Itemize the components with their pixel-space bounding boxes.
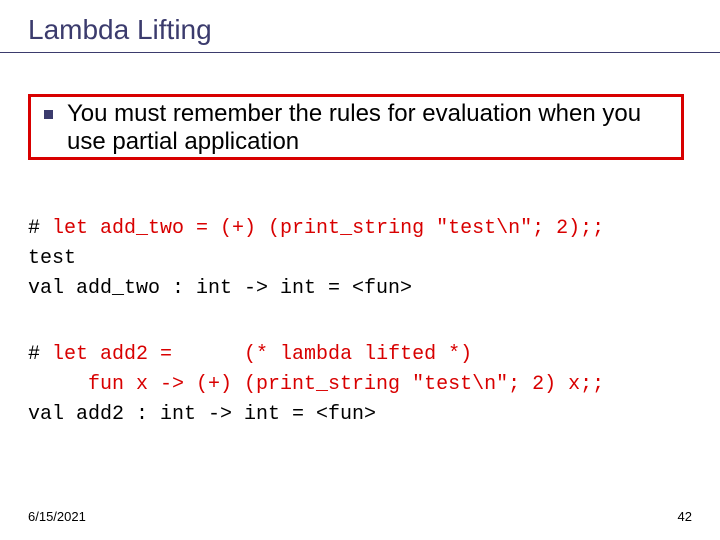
- code2-line3: val add2 : int -> int = <fun>: [28, 403, 376, 426]
- bullet-text: You must remember the rules for evaluati…: [67, 100, 680, 156]
- code2-line2: fun x -> (+) (print_string "test\n"; 2) …: [28, 373, 604, 396]
- code-block-2: # let add2 = (* lambda lifted *) fun x -…: [28, 340, 604, 430]
- code1-line1: let add_two = (+) (print_string "test\n"…: [52, 217, 604, 240]
- code2-line1: let add2 = (* lambda lifted *): [52, 343, 472, 366]
- bullet-icon: [44, 110, 53, 119]
- prompt-hash: #: [28, 217, 52, 240]
- code1-line3: val add_two : int -> int = <fun>: [28, 277, 412, 300]
- footer-date: 6/15/2021: [28, 509, 86, 524]
- slide: Lambda Lifting You must remember the rul…: [0, 0, 720, 540]
- code-block-1: # let add_two = (+) (print_string "test\…: [28, 214, 604, 304]
- title-underline: [0, 52, 720, 53]
- prompt-hash: #: [28, 343, 52, 366]
- code1-line2: test: [28, 247, 76, 270]
- bullet-row: You must remember the rules for evaluati…: [44, 100, 680, 156]
- slide-title: Lambda Lifting: [28, 14, 212, 46]
- footer-page-number: 42: [678, 509, 692, 524]
